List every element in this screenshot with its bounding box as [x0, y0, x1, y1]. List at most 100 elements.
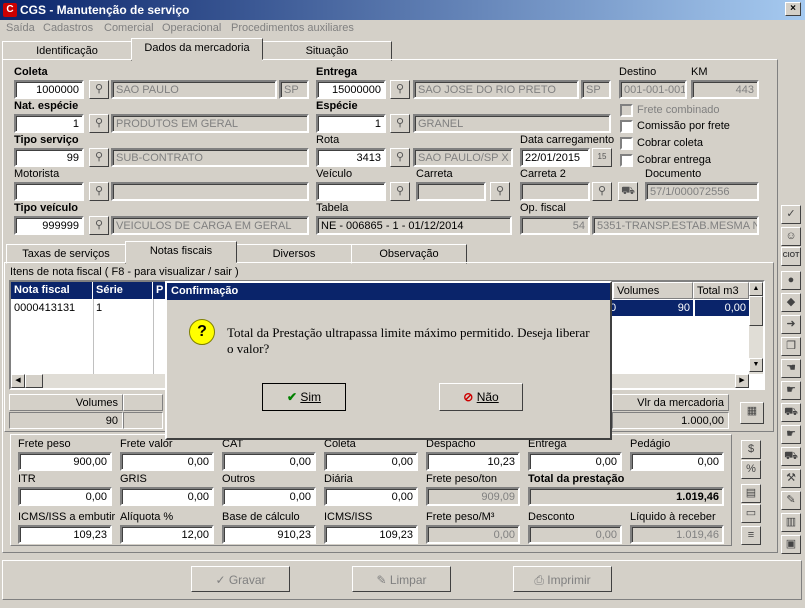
binoculars-icon[interactable]: ⚲ [390, 114, 410, 133]
hscroll-thumb[interactable] [25, 374, 43, 388]
entrega-city-field: SAO JOSE DO RIO PRETO [413, 80, 579, 99]
box-icon[interactable]: ▣ [781, 535, 801, 554]
menu-cadastros[interactable]: Cadastros [43, 22, 93, 34]
scroll-up-icon[interactable]: ▲ [749, 282, 763, 296]
eraser-icon[interactable]: ◆ [781, 293, 801, 312]
truck-icon[interactable]: ⛟ [781, 403, 801, 422]
menu-saida[interactable]: Saída [6, 22, 35, 34]
cell-volumes: 90 [619, 300, 693, 316]
total-value[interactable]: 0,00 [630, 452, 724, 471]
total-value[interactable]: 0,00 [324, 452, 418, 471]
binoculars-icon[interactable]: ⚲ [390, 80, 410, 99]
total-value[interactable]: 0,00 [222, 452, 316, 471]
scroll-down-icon[interactable]: ▼ [749, 358, 763, 372]
binoculars-icon[interactable]: ⚲ [89, 216, 109, 235]
binoculars-icon[interactable]: ⚲ [89, 114, 109, 133]
menu-operacional[interactable]: Operacional [162, 22, 221, 34]
tab-taxas-servicos[interactable]: Taxas de serviços [6, 244, 126, 264]
rota-input[interactable]: 3413 [316, 148, 386, 167]
binoculars-icon[interactable]: ⚲ [390, 148, 410, 167]
total-value: 0,00 [426, 525, 520, 544]
nat-especie-input[interactable]: 1 [14, 114, 84, 133]
especie-input[interactable]: 1 [316, 114, 386, 133]
print-icon[interactable]: ▭ [741, 504, 761, 523]
sim-button[interactable]: ✔ Sim [262, 383, 346, 411]
binoculars-icon[interactable]: ⚲ [89, 182, 109, 201]
truck-icon[interactable]: ⛟ [618, 182, 638, 201]
tipo-veiculo-input[interactable]: 999999 [14, 216, 84, 235]
cobrar-coleta-checkbox[interactable] [620, 137, 633, 150]
gravar-button[interactable]: ✓ Gravar [191, 566, 290, 592]
hand-icon[interactable]: ☚ [781, 359, 801, 378]
comissao-frete-checkbox[interactable] [620, 120, 633, 133]
hand-point-icon[interactable]: ☛ [781, 381, 801, 400]
tab-diversos[interactable]: Diversos [236, 244, 352, 264]
entrega-label: Entrega [316, 66, 357, 78]
list-icon[interactable]: ≡ [741, 526, 761, 545]
col-nota-fiscal[interactable]: Nota fiscal [11, 282, 93, 299]
tab-situacao[interactable]: Situação [262, 41, 392, 61]
entrega-code-input[interactable]: 15000000 [316, 80, 386, 99]
circle-icon[interactable]: ● [781, 271, 801, 290]
binoculars-icon[interactable]: ⚲ [89, 148, 109, 167]
ciot-icon[interactable]: CIOT [781, 247, 801, 266]
total-value[interactable]: 910,23 [222, 525, 316, 544]
total-value: 909,09 [426, 487, 520, 506]
cobrar-entrega-checkbox[interactable] [620, 154, 633, 167]
scroll-left-icon[interactable]: ◀ [11, 374, 25, 388]
tab-identificacao[interactable]: Identificação [2, 41, 132, 61]
book-icon[interactable]: ▥ [781, 513, 801, 532]
total-value[interactable]: 900,00 [18, 452, 112, 471]
col-volumes[interactable]: Volumes [613, 282, 693, 299]
total-value[interactable]: 10,23 [426, 452, 520, 471]
scroll-right-icon[interactable]: ▶ [735, 374, 749, 388]
total-value[interactable]: 12,00 [120, 525, 214, 544]
calculator-grid-icon[interactable]: ▦ [740, 402, 764, 424]
binoculars-icon[interactable]: ⚲ [592, 182, 612, 201]
imprimir-button[interactable]: ⎙ Imprimir [513, 566, 612, 592]
calendar-icon[interactable]: 15 [592, 148, 612, 167]
total-value[interactable]: 0,00 [18, 487, 112, 506]
veiculo-input[interactable] [316, 182, 386, 201]
copy-icon[interactable]: ❐ [781, 337, 801, 356]
total-value[interactable]: 0,00 [528, 452, 622, 471]
edit-icon[interactable]: ✎ [781, 491, 801, 510]
tool-icon[interactable]: ⚒ [781, 469, 801, 488]
hand-point-icon[interactable]: ☛ [781, 425, 801, 444]
binoculars-icon[interactable]: ⚲ [490, 182, 510, 201]
tab-dados-mercadoria[interactable]: Dados da mercadoria [131, 38, 263, 60]
total-value[interactable]: 109,23 [324, 525, 418, 544]
col-total-m3[interactable]: Total m3 [693, 282, 749, 299]
tab-notas-fiscais[interactable]: Notas fiscais [125, 241, 237, 263]
binoculars-icon[interactable]: ⚲ [390, 182, 410, 201]
total-value[interactable]: 0,00 [120, 487, 214, 506]
users-icon[interactable]: ☺ [781, 227, 801, 246]
motorista-input[interactable] [14, 182, 84, 201]
close-button[interactable]: × [785, 2, 801, 16]
bill-icon[interactable]: $ [741, 440, 761, 459]
tipo-servico-input[interactable]: 99 [14, 148, 84, 167]
tab-observacao[interactable]: Observação [351, 244, 467, 264]
dialog-title: Confirmação [167, 283, 610, 300]
col-serie[interactable]: Série [93, 282, 153, 299]
total-value[interactable]: 0,00 [222, 487, 316, 506]
nao-label: Não [476, 390, 499, 404]
data-carregamento-input[interactable]: 22/01/2015 [520, 148, 590, 167]
total-value[interactable]: 0,00 [120, 452, 214, 471]
percent-icon[interactable]: % [741, 460, 761, 479]
binoculars-icon[interactable]: ⚲ [89, 80, 109, 99]
scroll-thumb[interactable] [749, 296, 763, 326]
coleta-code-input[interactable]: 1000000 [14, 80, 84, 99]
total-value[interactable]: 109,23 [18, 525, 112, 544]
limpar-label: Limpar [389, 573, 427, 587]
menu-procedimentos[interactable]: Procedimentos auxiliares [231, 22, 354, 34]
rota-label: Rota [316, 134, 340, 146]
menu-comercial[interactable]: Comercial [104, 22, 154, 34]
arrow-right-icon[interactable]: ➜ [781, 315, 801, 334]
check-icon[interactable]: ✓ [781, 205, 801, 224]
truck-icon[interactable]: ⛟ [781, 447, 801, 466]
total-value[interactable]: 0,00 [324, 487, 418, 506]
limpar-button[interactable]: ✎ Limpar [352, 566, 451, 592]
nao-button[interactable]: ⊘ Não [439, 383, 523, 411]
calculator-icon[interactable]: ▤ [741, 484, 761, 503]
